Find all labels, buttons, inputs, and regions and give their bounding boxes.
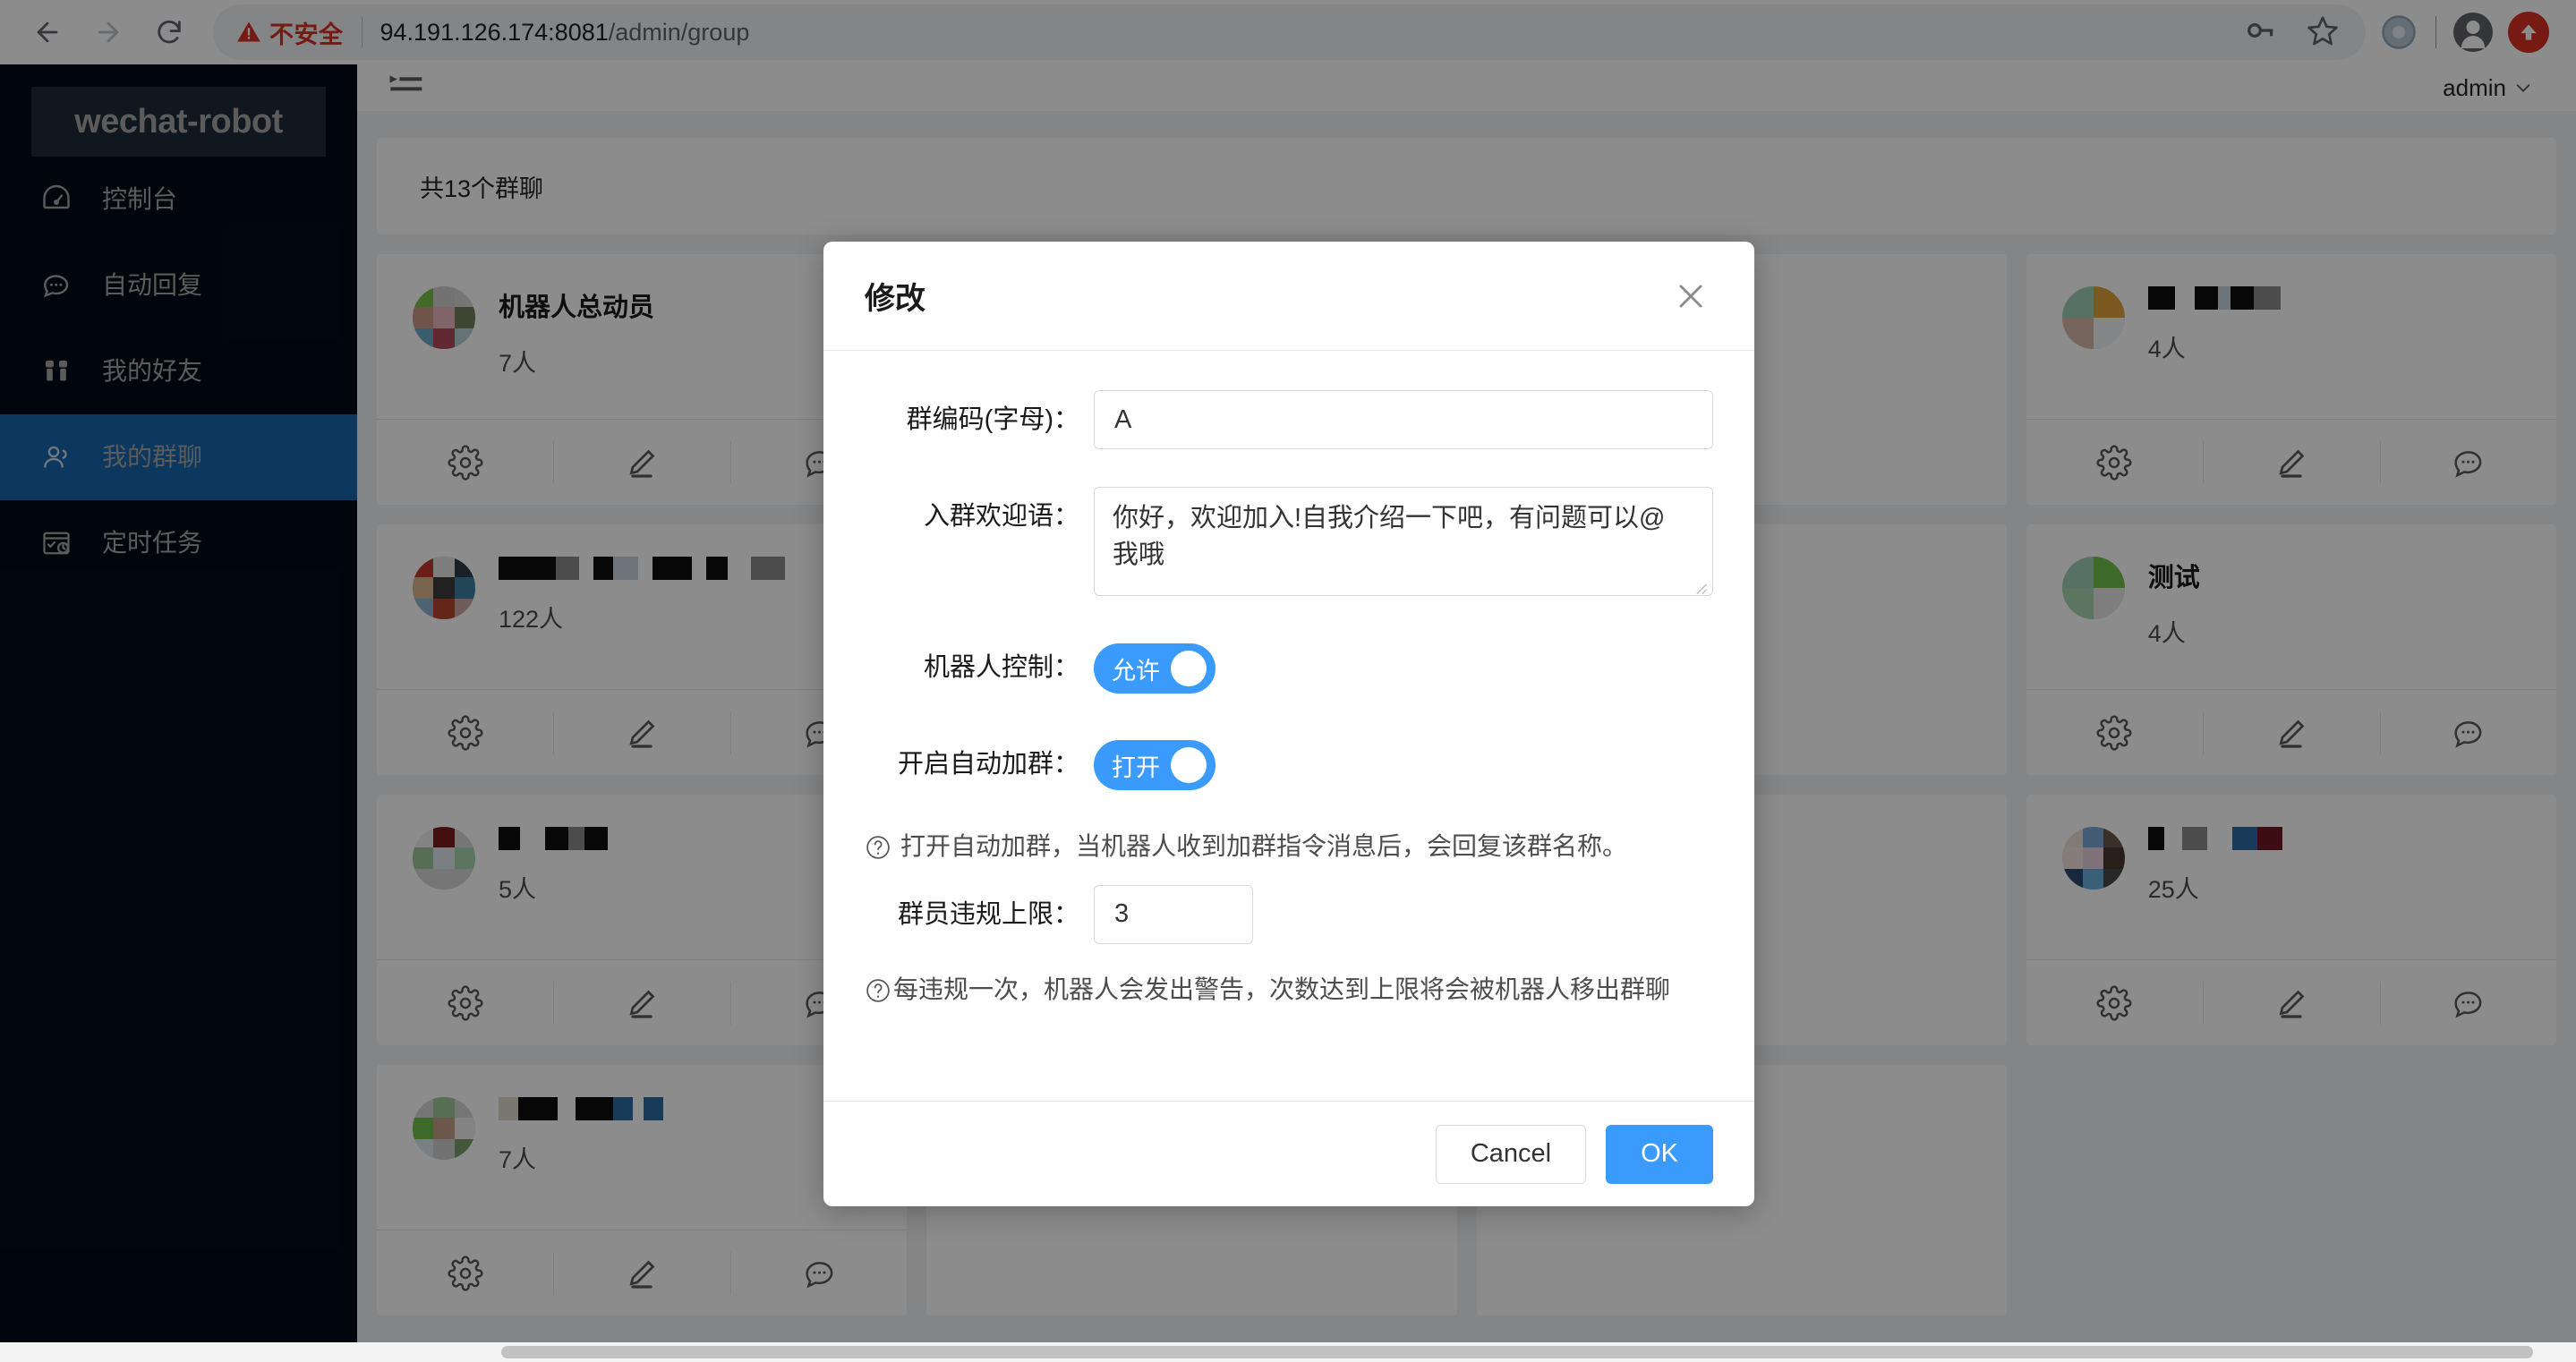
auto-join-hint-text: 打开自动加群，当机器人收到加群指令消息后，会回复该群名称。: [900, 831, 1627, 862]
question-circle-icon: [865, 977, 891, 1004]
violation-hint-text: 每违规一次，机器人会发出警告，次数达到上限将会被机器人移出群聊: [893, 975, 1670, 1005]
auto-join-label: 开启自动加群：: [865, 735, 1094, 794]
robot-control-toggle-label: 允许: [1112, 651, 1160, 686]
violation-limit-input[interactable]: [1094, 885, 1253, 944]
scrollbar-thumb[interactable]: [501, 1346, 2533, 1358]
welcome-message-textarea[interactable]: [1094, 487, 1713, 596]
modal-body: 群编码(字母)： 入群欢迎语： 机器人控制： 允许: [823, 351, 1754, 1101]
edit-group-modal: 修改 群编码(字母)： 入群欢迎语： 机器人控制：: [823, 242, 1754, 1206]
modal-footer: Cancel OK: [823, 1101, 1754, 1206]
toggle-knob: [1171, 651, 1207, 686]
field-violation-limit: 群员违规上限：: [865, 885, 1713, 944]
field-welcome-message: 入群欢迎语：: [865, 487, 1713, 600]
welcome-message-label: 入群欢迎语：: [865, 487, 1094, 546]
field-auto-join: 开启自动加群： 打开: [865, 735, 1713, 794]
modal-header: 修改: [823, 242, 1754, 351]
violation-limit-label: 群员违规上限：: [865, 885, 1094, 944]
question-circle-icon: [865, 834, 891, 861]
close-icon[interactable]: [1668, 274, 1713, 319]
violation-hint: 每违规一次，机器人会发出警告，次数达到上限将会被机器人移出群聊: [865, 975, 1713, 1005]
horizontal-scrollbar[interactable]: [0, 1342, 2576, 1362]
robot-control-label: 机器人控制：: [865, 638, 1094, 697]
group-code-input[interactable]: [1094, 390, 1713, 449]
auto-join-toggle-label: 打开: [1112, 748, 1160, 783]
cancel-button[interactable]: Cancel: [1436, 1125, 1586, 1184]
robot-control-toggle[interactable]: 允许: [1094, 643, 1215, 694]
field-robot-control: 机器人控制： 允许: [865, 638, 1713, 697]
group-code-label: 群编码(字母)：: [865, 390, 1094, 449]
field-group-code: 群编码(字母)：: [865, 390, 1713, 449]
auto-join-toggle[interactable]: 打开: [1094, 740, 1215, 790]
toggle-knob: [1171, 747, 1207, 783]
ok-button[interactable]: OK: [1606, 1125, 1713, 1184]
auto-join-hint: 打开自动加群，当机器人收到加群指令消息后，会回复该群名称。: [865, 831, 1713, 862]
modal-title: 修改: [865, 274, 925, 318]
